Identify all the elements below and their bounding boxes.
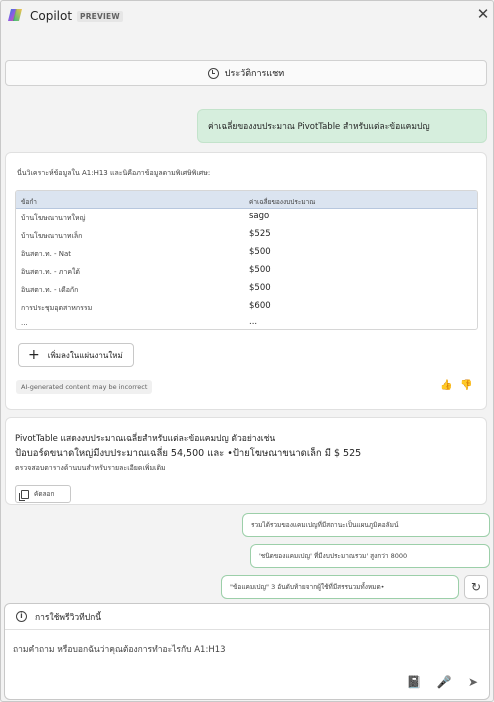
suggestion-text: "ข้อแคมเปญ" 3 อันดับท้ายจากผู้ใช้ที่มีสร… [230, 583, 385, 591]
summary-card: PivotTable แสดงงบประมาณเฉลี่ยสำหรับแต่ละ… [5, 417, 487, 505]
copy-icon [19, 489, 29, 501]
close-icon[interactable]: ✕ [475, 6, 491, 22]
add-to-new-sheet-button[interactable]: + เพิ่มลงในแผ่นงานใหม่ [18, 343, 134, 367]
table-row: บ้านโฆษณานาทเล็ก $525 [16, 227, 477, 245]
prompt-guide-label: การใช้พรีวิวทีปกนี้ [35, 612, 102, 623]
summary-line-3: ตรวจสอบตารางด้านบนสำหรับรายละเอียดเพิ่มเ… [15, 464, 166, 472]
add-to-new-sheet-label: เพิ่มลงในแผ่นงานใหม่ [47, 350, 123, 360]
table-row: ... ... [16, 315, 477, 329]
table-row: อินสตา.ท. - ภาคใต้ $500 [16, 263, 477, 281]
suggestion-text: 'ชนิดของแคมเปญ' ที่มีงบประมาณรวม' สูงกว่… [259, 552, 408, 560]
cell-budget: sago [249, 211, 270, 221]
summary-line-1: PivotTable แสดงงบประมาณเฉลี่ยสำหรับแต่ละ… [15, 434, 276, 444]
prompt-guide-button[interactable]: i การใช้พรีวิวทีปกนี้ [5, 604, 489, 630]
column-header-budget: ค่าเฉลี่ยของงบประมาณ [249, 198, 316, 206]
cell-budget: $500 [249, 247, 271, 257]
cell-budget: $600 [249, 301, 271, 311]
copilot-pane: Copilot PREVIEW ✕ ประวัติการแชท ค่าเฉลี่… [0, 0, 494, 702]
plus-icon: + [28, 347, 40, 363]
cell-campaign: บ้านโฆษณานาทใหญ่ [21, 214, 86, 222]
cell-budget: $525 [249, 229, 271, 239]
suggestion-text: รวมได้รวมของแคมเปญที่มีสถานะเป็นแผนภูมิค… [251, 521, 399, 529]
preview-badge: PREVIEW [77, 11, 123, 22]
microphone-icon[interactable]: 🎤 [436, 674, 452, 690]
chat-history-button[interactable]: ประวัติการแชท [5, 60, 487, 86]
response-intro: นี่นวิเคราะห์ข้อมูลใน A1:H13 และนิคือภาข… [17, 169, 211, 177]
refresh-suggestions-icon[interactable]: ↻ [464, 575, 488, 599]
info-icon: i [16, 611, 27, 622]
history-icon [207, 67, 219, 79]
user-message-text: ค่าเฉลี่ยของงบประมาณ PivotTable สำหรับแต… [208, 122, 430, 132]
chat-history-label: ประวัติการแชท [224, 69, 285, 79]
cell-campaign: อินสตา.ท. - ภาคใต้ [21, 268, 80, 276]
notebook-icon[interactable]: 📓 [406, 674, 422, 690]
cell-campaign: อินสตา.ท. - เดือกัก [21, 286, 79, 294]
pane-header: Copilot PREVIEW ✕ [1, 1, 494, 33]
copilot-logo-icon [8, 9, 22, 21]
table-row: บ้านโฆษณานาทใหญ่ sago [16, 209, 477, 227]
user-message-bubble: ค่าเฉลี่ยของงบประมาณ PivotTable สำหรับแต… [197, 109, 487, 143]
thumbs-down-icon[interactable]: 👎 [460, 380, 472, 392]
app-title: Copilot [30, 9, 73, 23]
column-header-campaign: ข้อกำ [21, 198, 37, 206]
thumbs-up-icon[interactable]: 👍 [440, 380, 452, 392]
cell-campaign: บ้านโฆษณานาทเล็ก [21, 232, 83, 240]
table-header: ข้อกำ ค่าเฉลี่ยของงบประมาณ [16, 191, 477, 209]
cell-budget: ... [249, 317, 258, 327]
table-row: อินสตา.ท. - เดือกัก $500 [16, 281, 477, 299]
send-icon[interactable]: ➤ [465, 674, 481, 690]
cell-budget: $500 [249, 265, 271, 275]
cell-campaign: การประชุมอุตสาหกรรม [21, 304, 93, 312]
summary-line-2: ป้อบอร์ดขนาดใหญ่มีงบประมาณเฉลี่ย 54,500 … [15, 448, 362, 459]
response-card: นี่นวิเคราะห์ข้อมูลใน A1:H13 และนิคือภาข… [5, 152, 487, 410]
suggestion-chip[interactable]: "ข้อแคมเปญ" 3 อันดับท้ายจากผู้ใช้ที่มีสร… [221, 575, 459, 599]
ai-disclaimer-badge: AI-generated content may be incorrect [16, 380, 153, 394]
cell-budget: $500 [249, 283, 271, 293]
suggestion-chip[interactable]: รวมได้รวมของแคมเปญที่มีสถานะเป็นแผนภูมิค… [242, 513, 490, 537]
prompt-input[interactable]: ถามคำถาม หรือบอกฉันว่าคุณต้องการทำอะไรกั… [13, 642, 453, 656]
copy-button[interactable]: คัดลอก [15, 485, 71, 503]
compose-box: i การใช้พรีวิวทีปกนี้ ถามคำถาม หรือบอกฉั… [4, 603, 490, 700]
cell-campaign: อินสตา.ท. - Nat [21, 250, 72, 258]
table-row: อินสตา.ท. - Nat $500 [16, 245, 477, 263]
pivot-table: ข้อกำ ค่าเฉลี่ยของงบประมาณ บ้านโฆษณานาทใ… [15, 190, 478, 330]
suggestion-chip[interactable]: 'ชนิดของแคมเปญ' ที่มีงบประมาณรวม' สูงกว่… [250, 544, 490, 568]
copy-label: คัดลอก [34, 490, 55, 498]
cell-campaign: ... [21, 319, 28, 327]
